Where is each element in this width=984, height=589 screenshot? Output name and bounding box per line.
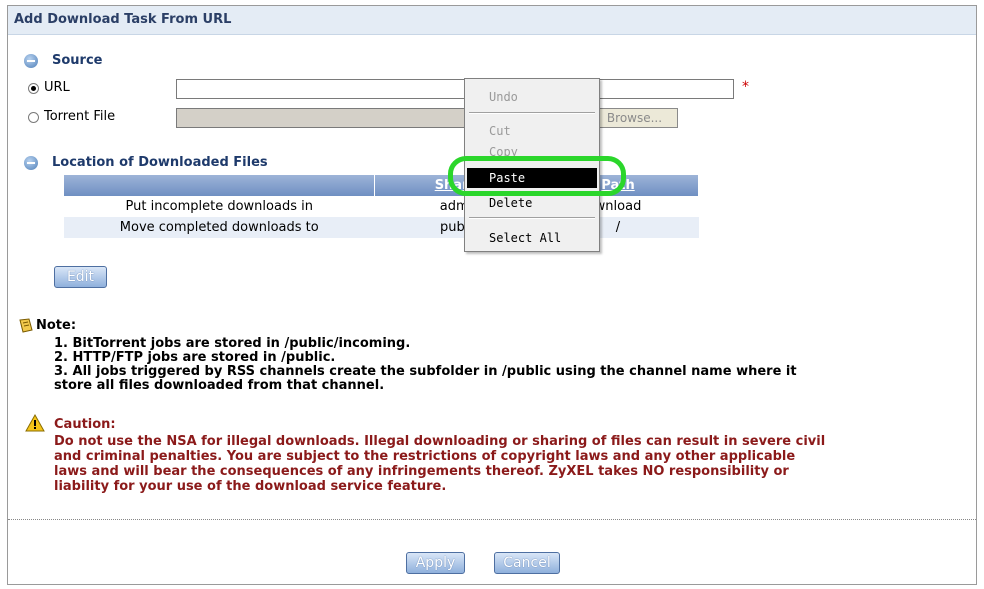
apply-button[interactable]: Apply — [406, 552, 465, 574]
note-line: 3. All jobs triggered by RSS channels cr… — [54, 364, 797, 379]
collapse-section-icon[interactable] — [24, 54, 38, 68]
row-label: Put incomplete downloads in — [64, 196, 375, 217]
note-heading: Note: — [36, 318, 77, 333]
panel-title-bar: Add Download Task From URL — [8, 6, 976, 35]
required-marker: * — [742, 79, 749, 95]
divider — [8, 519, 976, 520]
column-header-label — [64, 175, 375, 196]
edit-button[interactable]: Edit — [54, 266, 107, 288]
collapse-section-icon[interactable] — [24, 156, 38, 170]
torrent-file-label: Torrent File — [44, 109, 116, 124]
panel-title: Add Download Task From URL — [14, 12, 232, 27]
source-heading: Source — [52, 53, 103, 68]
table-row: Move completed downloads to publi / — [64, 217, 699, 238]
note-line: 2. HTTP/FTP jobs are stored in /public. — [54, 350, 336, 365]
table-row: Put incomplete downloads in admi wnload — [64, 196, 699, 217]
warning-icon — [25, 414, 45, 432]
note-icon — [19, 318, 33, 333]
menu-item-delete[interactable]: Delete — [467, 193, 597, 213]
url-input[interactable] — [176, 79, 734, 99]
caution-line: liability for your use of the download s… — [54, 479, 447, 494]
caution-line: and criminal penalties. You are subject … — [54, 449, 796, 464]
highlight-ring — [448, 156, 626, 196]
caution-line: Do not use the NSA for illegal downloads… — [54, 434, 826, 449]
menu-separator — [469, 112, 595, 114]
note-line: store all files downloaded from that cha… — [54, 378, 385, 393]
torrent-file-radio[interactable] — [28, 112, 39, 123]
note-line: 1. BitTorrent jobs are stored in /public… — [54, 336, 411, 351]
menu-item-cut[interactable]: Cut — [467, 121, 597, 141]
location-heading: Location of Downloaded Files — [52, 155, 268, 170]
cancel-button[interactable]: Cancel — [494, 552, 560, 574]
menu-separator — [469, 217, 595, 219]
caution-line: laws and will bear the consequences of a… — [54, 464, 789, 479]
menu-item-select-all[interactable]: Select All — [467, 228, 597, 248]
row-label: Move completed downloads to — [64, 217, 375, 238]
url-label: URL — [44, 80, 70, 95]
menu-item-undo[interactable]: Undo — [467, 87, 597, 107]
caution-heading: Caution: — [54, 417, 116, 432]
browse-button: Browse... — [591, 108, 678, 128]
url-radio[interactable] — [28, 83, 39, 94]
